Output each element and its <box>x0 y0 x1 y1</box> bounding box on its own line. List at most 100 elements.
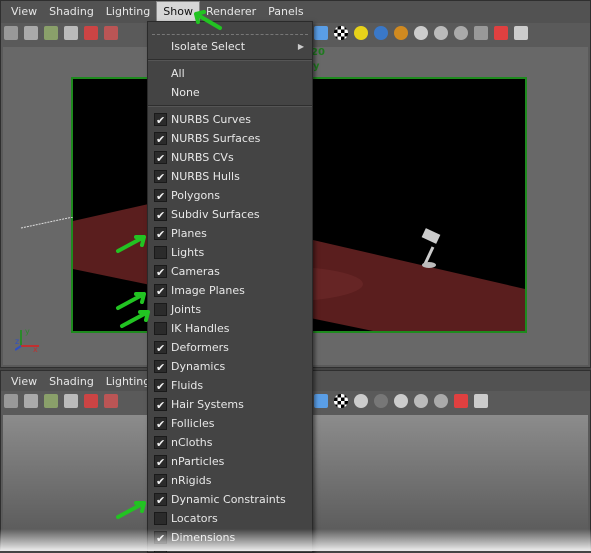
bookmark-icon-2[interactable] <box>44 394 58 408</box>
checkbox-icon[interactable] <box>154 512 167 525</box>
show-item-locators[interactable]: Locators <box>148 509 312 528</box>
lights-icon[interactable] <box>354 26 368 40</box>
show-item-pivots[interactable]: Pivots <box>148 547 312 552</box>
show-item-label: Fluids <box>171 379 204 392</box>
camera-attributes-icon-2[interactable] <box>24 394 38 408</box>
ao-icon[interactable] <box>394 26 408 40</box>
checkbox-icon[interactable] <box>154 472 167 491</box>
select-icon-2[interactable] <box>454 394 468 408</box>
menu-view[interactable]: View <box>5 2 43 22</box>
show-item-nurbs-cvs[interactable]: NURBS CVs <box>148 148 312 168</box>
tear-off-line[interactable] <box>152 24 308 35</box>
annotation-arrow-locators <box>116 501 146 519</box>
show-item-nurbs-hulls[interactable]: NURBS Hulls <box>148 167 312 187</box>
show-item-cameras[interactable]: Cameras <box>148 262 312 282</box>
isolate-icon-2[interactable] <box>394 394 408 408</box>
annotation-arrow-show <box>194 10 222 30</box>
checkbox-icon[interactable] <box>154 282 167 301</box>
xray-joints-icon-2[interactable] <box>434 394 448 408</box>
checkbox-icon[interactable] <box>154 168 167 187</box>
grid-icon[interactable] <box>84 26 98 40</box>
xray-icon[interactable] <box>434 26 448 40</box>
show-item-nparticles[interactable]: nParticles <box>148 452 312 472</box>
menu-panels[interactable]: Panels <box>262 2 309 22</box>
cube-view-icon-2[interactable] <box>474 394 488 408</box>
checkbox-icon[interactable] <box>154 434 167 453</box>
film-gate-icon[interactable] <box>104 26 118 40</box>
select-icon[interactable] <box>494 26 508 40</box>
shadows-icon-2[interactable] <box>374 394 388 408</box>
show-item-image-planes[interactable]: Image Planes <box>148 281 312 301</box>
film-gate-icon-2[interactable] <box>104 394 118 408</box>
checkbox-icon[interactable] <box>154 415 167 434</box>
show-item-hair-systems[interactable]: Hair Systems <box>148 395 312 415</box>
xray-components-icon[interactable] <box>474 26 488 40</box>
texture-icon-2[interactable] <box>334 394 348 408</box>
show-item-planes[interactable]: Planes <box>148 224 312 244</box>
checkbox-icon[interactable] <box>154 225 167 244</box>
checkbox-icon[interactable] <box>154 187 167 206</box>
axis-z-label: z <box>15 337 19 346</box>
checkbox-icon[interactable] <box>154 491 167 510</box>
smooth-shade-icon[interactable] <box>314 26 328 40</box>
checkbox-icon[interactable] <box>154 111 167 130</box>
bookmark-icon[interactable] <box>44 26 58 40</box>
image-plane-icon[interactable] <box>64 26 78 40</box>
cube-view-icon[interactable] <box>514 26 528 40</box>
show-item-ncloths[interactable]: nCloths <box>148 433 312 453</box>
show-all-item[interactable]: All <box>148 64 312 83</box>
show-item-label: Dimensions <box>171 531 236 544</box>
show-item-dimensions[interactable]: Dimensions <box>148 528 312 548</box>
grid-icon-2[interactable] <box>84 394 98 408</box>
texture-icon[interactable] <box>334 26 348 40</box>
show-item-lights[interactable]: Lights <box>148 243 312 262</box>
show-item-dynamics[interactable]: Dynamics <box>148 357 312 377</box>
show-item-nrigids[interactable]: nRigids <box>148 471 312 491</box>
menu-lighting[interactable]: Lighting <box>100 2 156 22</box>
xray-icon-2[interactable] <box>414 394 428 408</box>
show-item-label: Locators <box>171 512 218 525</box>
menu-shading-2[interactable]: Shading <box>43 372 100 392</box>
checkbox-icon[interactable] <box>154 130 167 149</box>
smooth-shade-icon-2[interactable] <box>314 394 328 408</box>
checkbox-icon[interactable] <box>154 377 167 396</box>
checkbox-icon[interactable] <box>154 246 167 259</box>
checkbox-icon[interactable] <box>154 358 167 377</box>
isolate-icon[interactable] <box>414 26 428 40</box>
checkbox-icon[interactable] <box>154 396 167 415</box>
camera-info-text-2: y <box>313 61 320 72</box>
shadows-icon[interactable] <box>374 26 388 40</box>
isolate-select-item[interactable]: Isolate Select ▶ <box>148 37 312 56</box>
checkbox-icon[interactable] <box>154 263 167 282</box>
checkbox-icon[interactable] <box>154 339 167 358</box>
image-plane-icon-2[interactable] <box>64 394 78 408</box>
camera-select-icon[interactable] <box>4 26 18 40</box>
show-item-label: Cameras <box>171 265 220 278</box>
show-item-subdiv-surfaces[interactable]: Subdiv Surfaces <box>148 205 312 225</box>
show-item-fluids[interactable]: Fluids <box>148 376 312 396</box>
show-item-polygons[interactable]: Polygons <box>148 186 312 206</box>
lights-icon-2[interactable] <box>354 394 368 408</box>
show-item-follicles[interactable]: Follicles <box>148 414 312 434</box>
menu-shading[interactable]: Shading <box>43 2 100 22</box>
camera-select-icon-2[interactable] <box>4 394 18 408</box>
camera-attributes-icon[interactable] <box>24 26 38 40</box>
menu-view-2[interactable]: View <box>5 372 43 392</box>
show-item-joints[interactable]: Joints <box>148 300 312 319</box>
show-item-ik-handles[interactable]: IK Handles <box>148 319 312 338</box>
show-item-nurbs-curves[interactable]: NURBS Curves <box>148 110 312 130</box>
checkbox-icon[interactable] <box>154 206 167 225</box>
show-item-label: NURBS CVs <box>171 151 234 164</box>
show-item-label: Hair Systems <box>171 398 244 411</box>
submenu-arrow-icon: ▶ <box>297 42 304 51</box>
xray-joints-icon[interactable] <box>454 26 468 40</box>
show-item-nurbs-surfaces[interactable]: NURBS Surfaces <box>148 129 312 149</box>
show-none-item[interactable]: None <box>148 83 312 102</box>
checkbox-icon[interactable] <box>154 529 167 548</box>
show-item-label: Planes <box>171 227 207 240</box>
show-item-label: IK Handles <box>171 322 230 335</box>
show-item-deformers[interactable]: Deformers <box>148 338 312 358</box>
show-item-dynamic-constraints[interactable]: Dynamic Constraints <box>148 490 312 510</box>
checkbox-icon[interactable] <box>154 453 167 472</box>
checkbox-icon[interactable] <box>154 149 167 168</box>
